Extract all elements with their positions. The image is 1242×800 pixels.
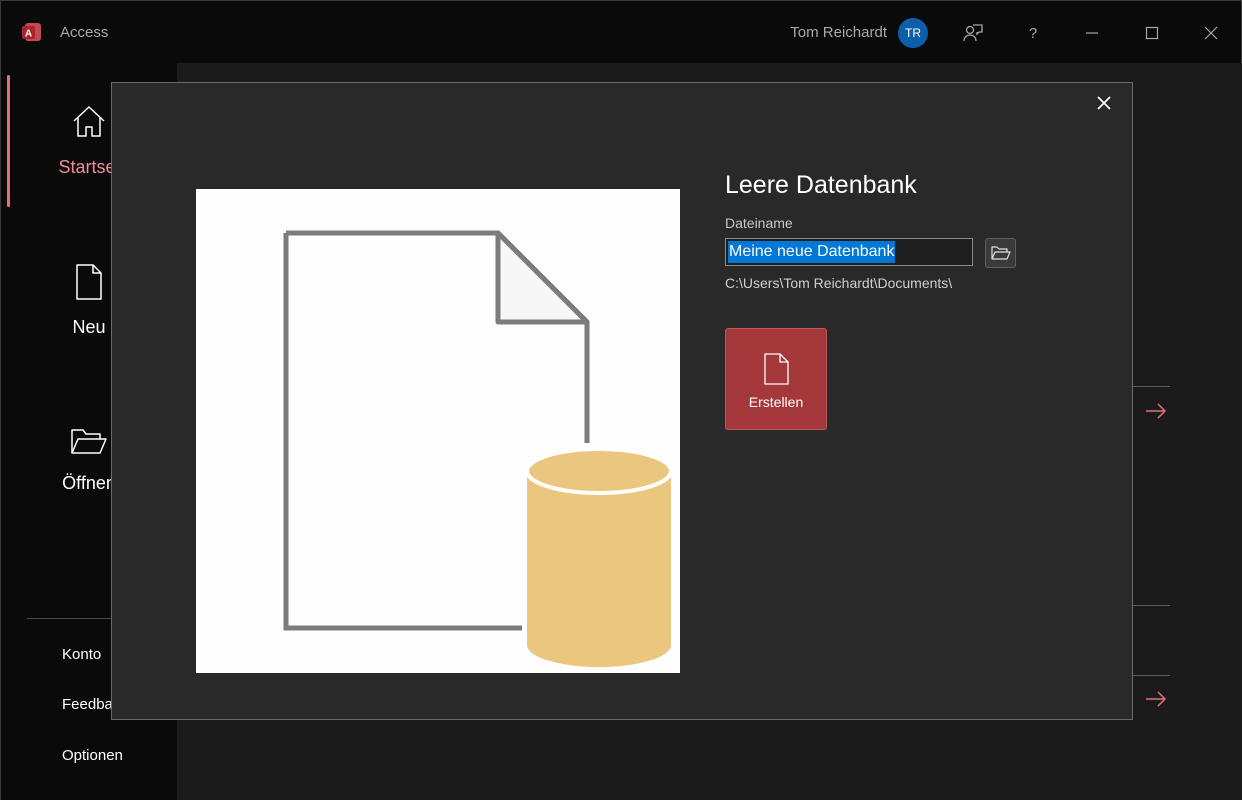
sidebar-link-feedback[interactable]: Feedba: [62, 696, 113, 713]
section-divider: [1132, 386, 1170, 387]
app-title: Access: [60, 24, 109, 41]
close-icon: [1097, 96, 1111, 110]
section-divider: [1132, 605, 1170, 606]
database-preview-image: [196, 189, 680, 673]
more-arrow-icon[interactable]: [1145, 399, 1167, 425]
open-folder-icon: [71, 429, 107, 454]
dialog-title: Leere Datenbank: [725, 171, 917, 199]
browse-folder-button[interactable]: [985, 238, 1016, 268]
svg-text:A: A: [25, 29, 32, 40]
file-path: C:\Users\Tom Reichardt\Documents\: [725, 275, 953, 291]
feedback-icon: [963, 24, 983, 42]
filename-value: Meine neue Datenbank: [728, 241, 896, 263]
arrow-right-icon: [1146, 403, 1167, 419]
more-arrow-icon[interactable]: [1145, 687, 1167, 713]
user-name[interactable]: Tom Reichardt: [790, 24, 887, 41]
dialog-close-button[interactable]: [1090, 89, 1118, 117]
sidebar-link-options[interactable]: Optionen: [62, 747, 123, 764]
sidebar-link-account[interactable]: Konto: [62, 646, 101, 663]
maximize-button[interactable]: [1136, 17, 1168, 49]
close-window-button[interactable]: [1195, 17, 1227, 49]
avatar-initials: TR: [905, 26, 921, 40]
folder-open-icon: [990, 246, 1011, 260]
new-document-icon: [76, 264, 102, 300]
blank-database-illustration: [283, 230, 673, 667]
blank-database-dialog: Leere Datenbank Dateiname Meine neue Dat…: [111, 82, 1133, 720]
help-button[interactable]: ?: [1017, 17, 1049, 49]
avatar[interactable]: TR: [898, 18, 928, 48]
home-icon: [73, 106, 105, 137]
access-window: A Access Tom Reichardt TR ? Startsei Neu…: [0, 0, 1242, 800]
create-button-label: Erstellen: [748, 394, 804, 410]
maximize-icon: [1145, 26, 1159, 40]
new-document-icon: [764, 353, 789, 385]
help-icon: ?: [1028, 24, 1038, 42]
close-icon: [1204, 26, 1218, 40]
title-bar: A Access Tom Reichardt TR ?: [1, 1, 1242, 63]
minimize-icon: [1086, 32, 1098, 34]
access-logo-icon: A: [22, 23, 41, 41]
arrow-right-icon: [1146, 691, 1167, 707]
filename-input[interactable]: Meine neue Datenbank: [725, 238, 973, 266]
create-button[interactable]: Erstellen: [725, 328, 827, 430]
feedback-button[interactable]: [957, 17, 989, 49]
filename-label: Dateiname: [725, 215, 793, 231]
minimize-button[interactable]: [1076, 17, 1108, 49]
section-divider: [1132, 675, 1170, 676]
